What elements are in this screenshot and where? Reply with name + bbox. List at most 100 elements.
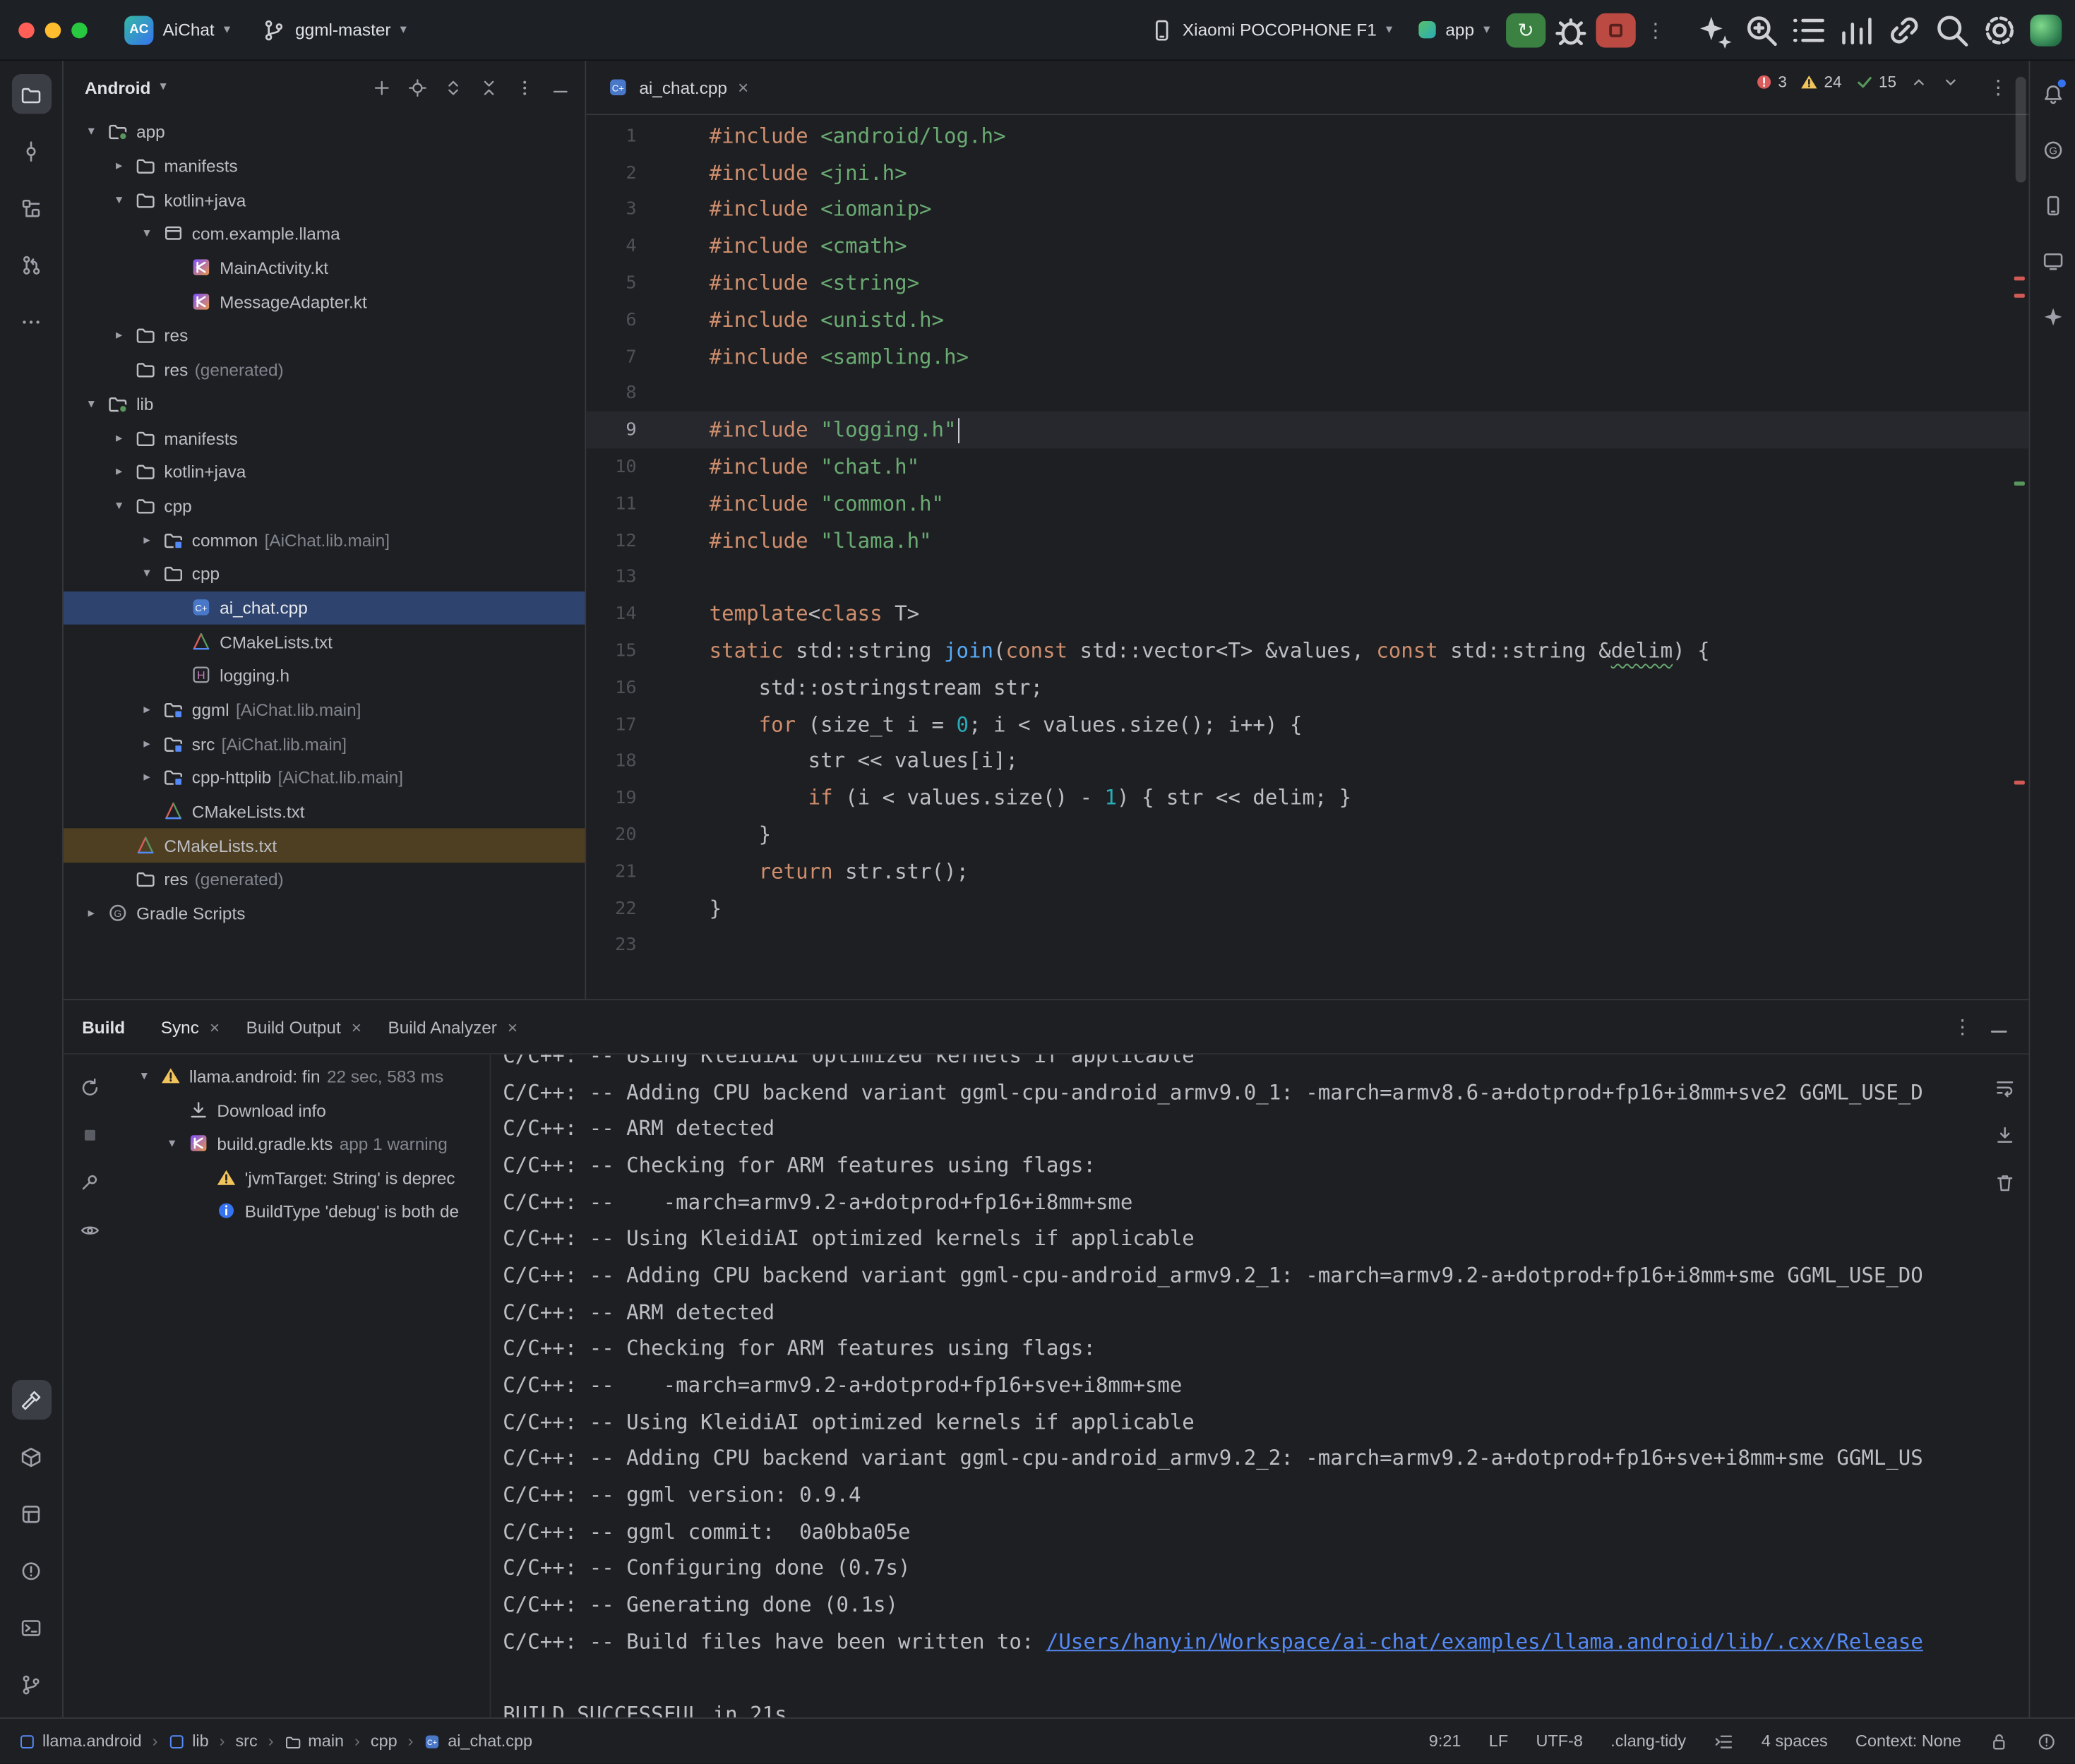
passed-count[interactable]: 15 [1855,73,1896,91]
tree-item-gradle-scripts[interactable]: ▸GGradle Scripts [64,896,585,930]
locate-icon[interactable] [400,70,434,104]
tree-chevron-icon[interactable]: ▾ [135,1069,153,1084]
minimize-window-button[interactable] [45,22,61,37]
rerun-button[interactable]: ↻ [1506,13,1545,47]
code-line-14[interactable]: 14template<class T> [586,596,2028,632]
code-line-22[interactable]: 22} [586,890,2028,927]
code-line-21[interactable]: 21 return str.str(); [586,853,2028,890]
sync-rerun-icon[interactable] [73,1070,107,1105]
code-line-17[interactable]: 17 for (size_t i = 0; i < values.size();… [586,706,2028,743]
line-number[interactable]: 16 [586,677,709,698]
tree-item-ai-chat-cpp[interactable]: C+ai_chat.cpp [64,591,585,625]
tree-item-res[interactable]: res(generated) [64,353,585,387]
error-stripe[interactable] [2010,61,2028,999]
running-devices-icon[interactable] [2033,241,2072,280]
tree-item-cmakelists-txt[interactable]: CMakeLists.txt [64,625,585,659]
error-stripe-mark[interactable] [2014,277,2025,281]
tree-item-cmakelists-txt[interactable]: CMakeLists.txt [64,829,585,863]
code-line-20[interactable]: 20 } [586,817,2028,853]
tree-item-download-info[interactable]: Download info [116,1093,490,1127]
breadcrumb-ai-chat-cpp[interactable]: C+ai_chat.cpp [424,1732,532,1751]
line-number[interactable]: 5 [586,272,709,294]
code-line-3[interactable]: 3#include <iomanip> [586,191,2028,228]
tree-chevron-icon[interactable]: ▸ [110,431,128,445]
debug-button[interactable] [1551,10,1591,49]
close-window-button[interactable] [18,22,34,37]
build-options-kebab-icon[interactable]: ⋮ [1948,1015,1977,1039]
tree-item-src[interactable]: ▸src[AiChat.lib.main] [64,727,585,761]
line-number[interactable]: 21 [586,861,709,882]
build-tab-sync[interactable]: Sync× [149,1010,232,1043]
tree-item-manifests[interactable]: ▸manifests [64,149,585,183]
services-tool-icon[interactable] [11,1494,51,1533]
error-count[interactable]: 3 [1754,73,1787,91]
zoom-window-button[interactable] [71,22,87,37]
line-number[interactable]: 22 [586,898,709,919]
build-tool-icon[interactable] [11,1380,51,1420]
code-line-12[interactable]: 12#include "llama.h" [586,522,2028,559]
breadcrumb-src[interactable]: src [235,1732,257,1751]
code-line-11[interactable]: 11#include "common.h" [586,486,2028,522]
code-line-1[interactable]: 1#include <android/log.h> [586,118,2028,155]
line-number[interactable]: 18 [586,751,709,772]
close-tab-icon[interactable]: × [738,77,748,98]
profiler-icon[interactable] [1837,10,1877,49]
tree-chevron-icon[interactable]: ▸ [82,906,100,921]
add-icon[interactable] [364,70,398,104]
code-line-13[interactable]: 13 [586,559,2028,596]
line-number[interactable]: 3 [586,199,709,220]
hide-icon[interactable] [543,70,578,104]
code-line-10[interactable]: 10#include "chat.h" [586,449,2028,486]
inspections-widget[interactable]: 3 24 15 [1746,70,1968,94]
close-tab-icon[interactable]: × [508,1016,518,1036]
line-number[interactable]: 6 [586,309,709,330]
close-tab-icon[interactable]: × [352,1016,361,1036]
more-tool-windows-icon[interactable] [11,301,51,341]
problems-tool-icon[interactable] [11,1551,51,1590]
run-options-kebab-icon[interactable]: ⋮ [1641,18,1670,42]
tree-item-cpp[interactable]: ▾cpp [64,489,585,523]
indent-style[interactable]: 4 spaces [1762,1732,1828,1751]
line-number[interactable]: 20 [586,824,709,846]
packages-tool-icon[interactable] [11,1437,51,1477]
search-icon[interactable] [1932,10,1972,49]
cursor-position[interactable]: 9:21 [1429,1732,1461,1751]
error-stripe-mark[interactable] [2014,294,2025,298]
clear-icon[interactable] [1987,1165,2022,1200]
breadcrumb-main[interactable]: main [285,1732,345,1751]
preview-icon[interactable] [73,1213,107,1248]
code-line-4[interactable]: 4#include <cmath> [586,228,2028,265]
tree-chevron-icon[interactable]: ▸ [110,464,128,479]
breadcrumb-llama-android[interactable]: llama.android [18,1732,141,1751]
close-tab-icon[interactable]: × [210,1016,220,1036]
pull-requests-tool-icon[interactable] [11,245,51,284]
ai-actions-icon[interactable] [1694,10,1733,49]
tree-chevron-icon[interactable]: ▸ [138,702,156,717]
tree-item-llama-android-fin[interactable]: ▾llama.android: fin22 sec, 583 ms [116,1060,490,1093]
tree-item-common[interactable]: ▸common[AiChat.lib.main] [64,523,585,557]
tree-chevron-icon[interactable]: ▾ [138,567,156,582]
line-number[interactable]: 4 [586,236,709,257]
build-tab-build-output[interactable]: Build Output× [234,1010,373,1043]
line-number[interactable]: 1 [586,126,709,147]
line-number[interactable]: 2 [586,162,709,184]
pin-icon[interactable] [73,1165,107,1200]
code-review-icon[interactable] [1742,10,1781,49]
tree-chevron-icon[interactable]: ▾ [110,498,128,513]
code-line-16[interactable]: 16 std::ostringstream str; [586,669,2028,706]
stop-button[interactable] [1596,13,1636,47]
code-line-23[interactable]: 23 [586,927,2028,964]
code-line-8[interactable]: 8 [586,376,2028,412]
tree-chevron-icon[interactable]: ▾ [138,227,156,241]
tree-item-build-gradle-kts[interactable]: ▾build.gradle.ktsapp 1 warning [116,1127,490,1161]
breadcrumb-cpp[interactable]: cpp [371,1732,397,1751]
soft-wrap-icon[interactable] [1987,1070,2022,1105]
task-list-icon[interactable] [1789,10,1829,49]
device-manager-icon[interactable] [2033,185,2072,224]
ai-assistant-icon[interactable] [2033,296,2072,336]
code-line-19[interactable]: 19 if (i < values.size() - 1) { str << d… [586,780,2028,817]
commit-tool-icon[interactable] [11,131,51,171]
options-icon[interactable] [507,70,542,104]
tree-chevron-icon[interactable]: ▾ [82,125,100,140]
project-view-selector[interactable]: Android [85,78,150,97]
